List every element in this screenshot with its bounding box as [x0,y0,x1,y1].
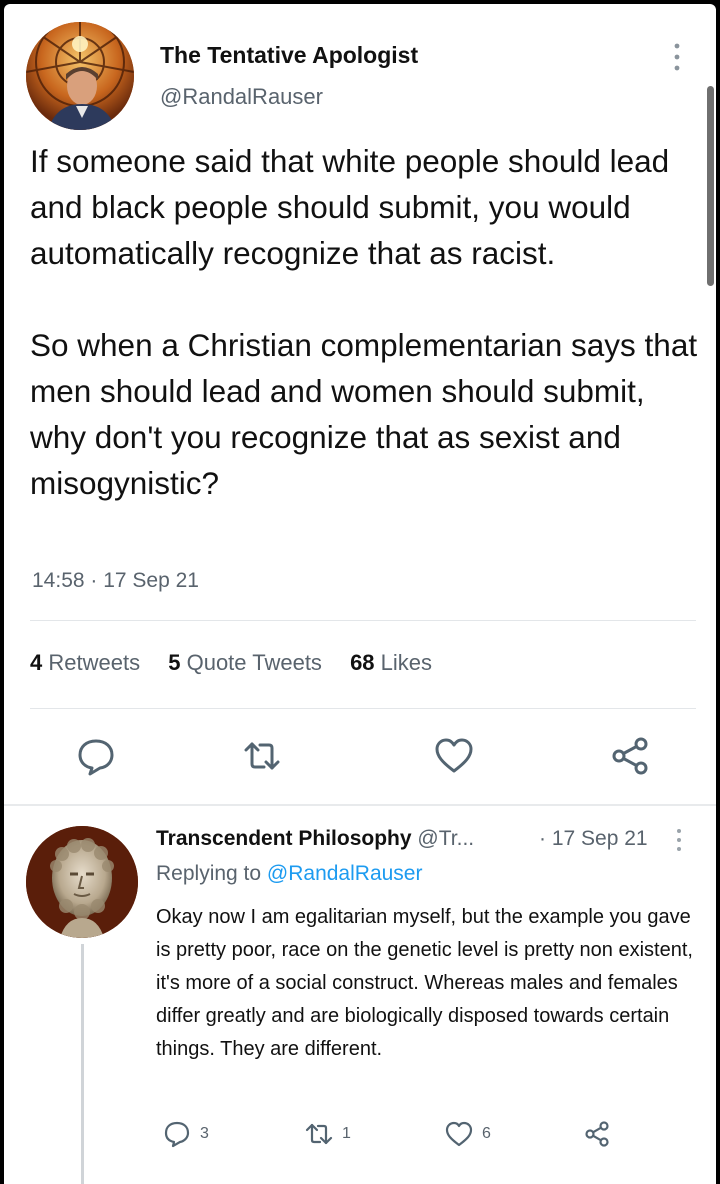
tweet-paragraph: If someone said that white people should… [30,143,670,271]
like-count: 6 [482,1125,491,1142]
more-options-icon[interactable] [668,40,686,74]
likes-count: 68 [350,650,375,675]
reply-more-options-icon[interactable] [672,826,686,854]
replying-prefix: Replying to [156,862,262,885]
tweet-timestamp[interactable]: 14:58 · 17 Sep 21 [32,569,199,593]
reply-date[interactable]: · 17 Sep 21 [539,827,648,851]
tweet-text: If someone said that white people should… [30,138,700,552]
retweets-label: Retweets [48,650,141,675]
author-avatar[interactable] [26,22,134,130]
like-icon[interactable] [432,734,476,778]
like-icon [445,1121,473,1147]
reply-retweet-button[interactable]: 1 [304,1119,351,1149]
share-icon [585,1121,609,1147]
quotes-stat[interactable]: 5 Quote Tweets [168,650,322,675]
author-name[interactable]: The Tentative Apologist [160,42,418,69]
retweet-icon [305,1123,333,1145]
quotes-count: 5 [168,650,181,675]
reply-author-name[interactable]: Transcendent Philosophy [156,827,412,850]
divider [30,708,696,709]
retweet-icon[interactable] [240,734,284,778]
retweets-stat[interactable]: 4 Retweets [30,650,140,675]
replying-to: Replying to @RandalRauser [156,862,422,886]
tweet-separator [4,804,716,806]
quotes-label: Quote Tweets [186,650,322,675]
reply-header: Transcendent Philosophy @Tr... [156,827,474,851]
replying-handle-link[interactable]: @RandalRauser [267,862,423,885]
likes-label: Likes [380,650,433,675]
main-tweet: The Tentative Apologist @RandalRauser If… [4,4,716,804]
author-handle[interactable]: @RandalRauser [160,84,323,110]
share-icon[interactable] [608,734,652,778]
reply-reply-button[interactable]: 3 [162,1119,209,1149]
tweet-stats: 4 Retweets 5 Quote Tweets 68 Likes [30,650,454,676]
tweet-paragraph: So when a Christian complementarian says… [30,327,698,501]
likes-stat[interactable]: 68 Likes [350,650,432,675]
divider [30,620,696,621]
reply-count: 3 [200,1125,209,1142]
reply-icon [164,1121,190,1148]
reply-share-button[interactable] [582,1119,612,1149]
reply-text: Okay now I am egalitarian myself, but th… [156,906,693,1060]
tweet-screen: The Tentative Apologist @RandalRauser If… [4,4,716,1184]
retweets-count: 4 [30,650,43,675]
reply-icon[interactable] [74,734,118,778]
phone-frame: The Tentative Apologist @RandalRauser If… [0,0,720,1184]
reply-author-avatar[interactable] [26,826,138,938]
reply-like-button[interactable]: 6 [444,1119,491,1149]
thread-line [81,944,84,1184]
retweet-count: 1 [342,1125,351,1142]
reply-author-handle[interactable]: @Tr... [417,827,474,850]
